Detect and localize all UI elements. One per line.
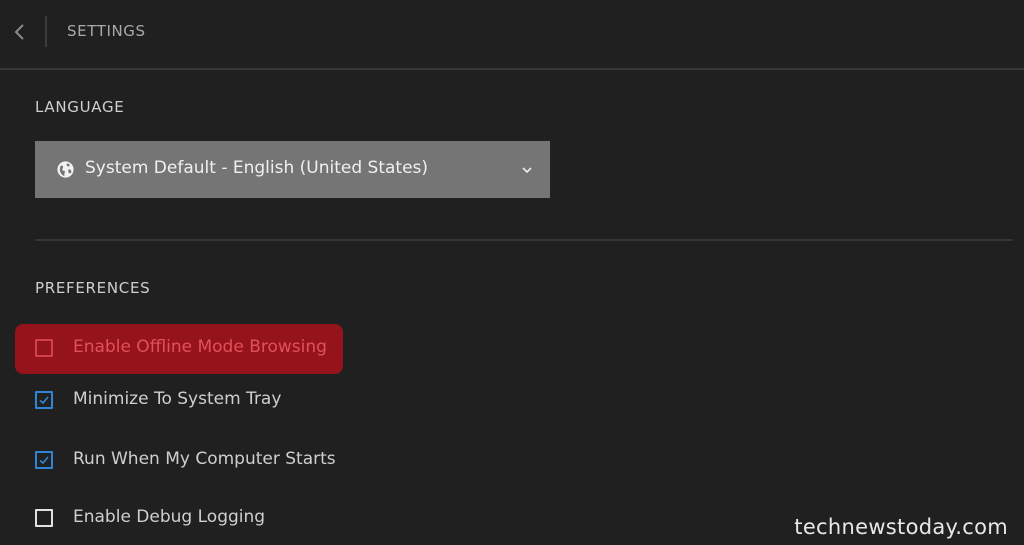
- pref-item-label: Run When My Computer Starts: [73, 449, 336, 469]
- language-select[interactable]: System Default - English (United States): [35, 141, 550, 198]
- top-bar: SETTINGS: [0, 0, 1024, 70]
- chevron-down-icon: [522, 167, 532, 174]
- header-divider: [45, 16, 47, 47]
- language-section-title: LANGUAGE: [35, 98, 125, 116]
- checkmark-icon: [39, 396, 49, 405]
- language-select-value: System Default - English (United States): [85, 158, 429, 178]
- pref-item-label: Minimize To System Tray: [73, 389, 282, 409]
- section-divider: [35, 239, 1013, 241]
- run-on-startup-checkbox[interactable]: [35, 451, 53, 469]
- preferences-section-title: PREFERENCES: [35, 279, 151, 297]
- back-button[interactable]: [8, 16, 34, 48]
- checkmark-icon: [39, 456, 49, 465]
- chevron-left-icon: [14, 24, 24, 40]
- pref-item-label: Enable Debug Logging: [73, 507, 266, 527]
- watermark: technewstoday.com: [794, 515, 1008, 539]
- debug-logging-checkbox[interactable]: [35, 509, 53, 527]
- pref-item-label: Enable Offline Mode Browsing: [73, 337, 327, 357]
- globe-icon: [57, 161, 74, 178]
- offline-mode-checkbox[interactable]: [35, 339, 53, 357]
- page-title: SETTINGS: [67, 22, 146, 40]
- minimize-to-tray-checkbox[interactable]: [35, 391, 53, 409]
